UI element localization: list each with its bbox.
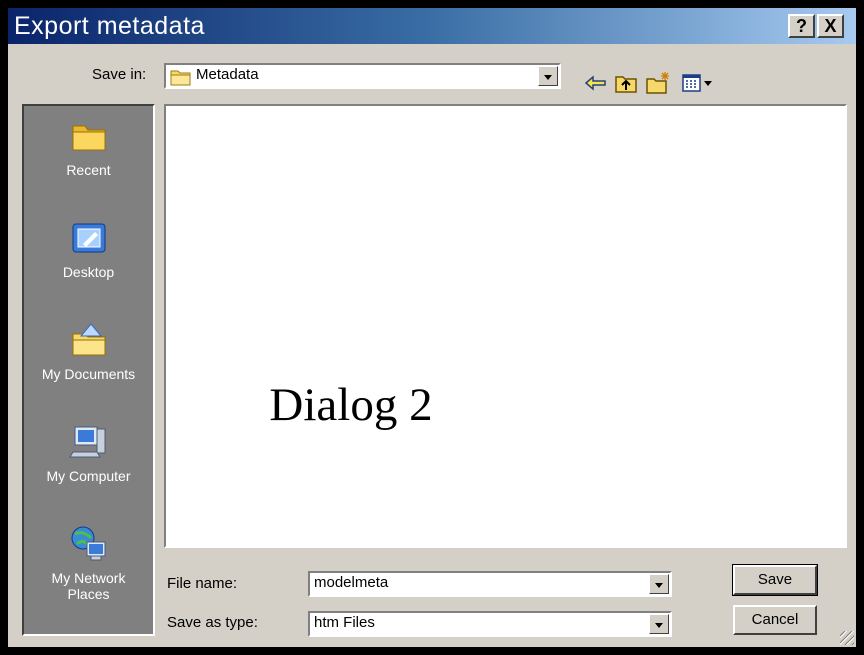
place-my-computer[interactable]: My Computer — [24, 422, 153, 484]
save-in-label: Save in: — [92, 66, 147, 83]
window-title: Export metadata — [14, 12, 205, 40]
save-in-dropdown[interactable]: Metadata — [164, 63, 561, 89]
file-name-dropdown-arrow[interactable] — [649, 574, 669, 594]
outer-frame: Export metadata ? X Save in: Metadata Re… — [0, 0, 864, 655]
title-bar[interactable]: Export metadata ? X — [8, 8, 856, 44]
save-button[interactable]: Save — [732, 564, 818, 596]
help-button[interactable]: ? — [788, 14, 815, 38]
file-name-label: File name: — [167, 575, 238, 592]
up-folder-icon[interactable] — [612, 70, 640, 96]
save-as-type-value: htm Files — [314, 614, 375, 631]
file-name-input[interactable]: modelmeta — [308, 571, 672, 597]
place-label: Places — [67, 586, 110, 602]
new-folder-icon[interactable] — [644, 70, 672, 96]
save-in-dropdown-arrow[interactable] — [538, 66, 558, 86]
my-documents-icon — [72, 323, 105, 356]
place-label: My Computer — [46, 468, 131, 484]
export-metadata-dialog: Export metadata ? X Save in: Metadata Re… — [8, 8, 856, 647]
save-as-type-dropdown-arrow[interactable] — [649, 614, 669, 634]
place-label: Recent — [66, 162, 111, 178]
place-my-network-places[interactable]: My Network Places — [24, 524, 153, 602]
place-recent[interactable]: Recent — [24, 116, 153, 178]
back-arrow-icon[interactable] — [582, 70, 610, 96]
cancel-button[interactable]: Cancel — [733, 605, 817, 635]
recent-folder-icon — [72, 125, 105, 151]
save-as-type-dropdown[interactable]: htm Files — [308, 611, 672, 637]
desktop-icon — [72, 223, 105, 253]
places-bar: Recent Desktop My Documents My Computer … — [22, 104, 155, 636]
my-computer-icon — [68, 426, 105, 458]
network-places-icon — [71, 526, 105, 561]
place-my-documents[interactable]: My Documents — [24, 320, 153, 382]
save-in-value: Metadata — [196, 66, 259, 83]
place-label: Desktop — [62, 264, 115, 280]
file-list[interactable] — [164, 104, 847, 548]
place-label: My Documents — [41, 366, 136, 382]
resize-grip[interactable] — [840, 631, 854, 645]
place-label: My Network — [51, 570, 126, 586]
file-name-value: modelmeta — [314, 574, 389, 591]
dialog-caption: Dialog 2 — [269, 379, 433, 431]
close-button[interactable]: X — [817, 14, 844, 38]
folder-icon — [170, 70, 191, 86]
view-menu-icon[interactable] — [680, 70, 716, 96]
place-desktop[interactable]: Desktop — [24, 218, 153, 280]
save-as-type-label: Save as type: — [167, 614, 258, 631]
